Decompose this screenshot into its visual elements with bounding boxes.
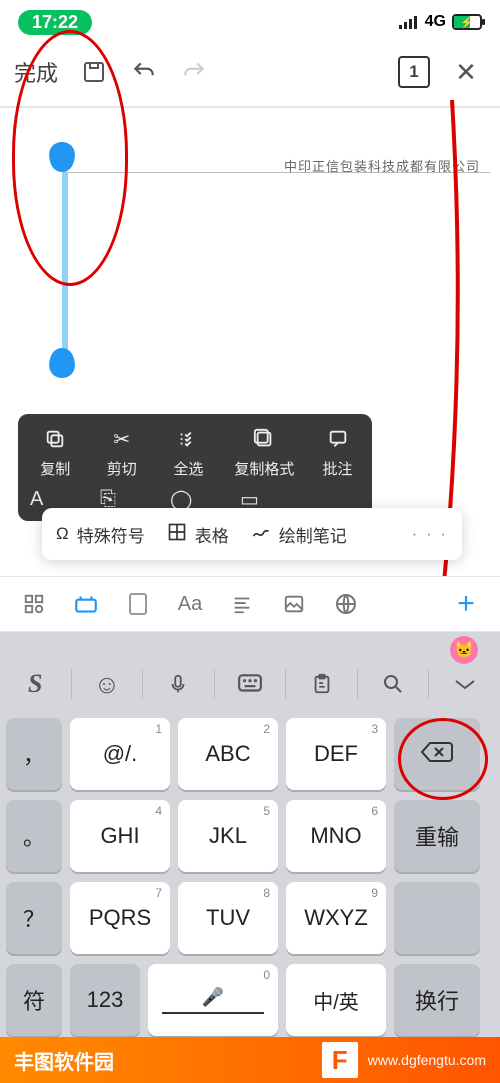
fmt-image-icon[interactable] [268, 577, 320, 631]
key-mno[interactable]: 6MNO [286, 800, 386, 872]
network-label: 4G [425, 13, 446, 31]
key-question[interactable]: ？ [6, 882, 62, 954]
format-bar: Aa + [0, 576, 500, 632]
ctx-cut[interactable]: ✂ 剪切 [89, 426, 156, 479]
sub-table[interactable]: 表格 [167, 522, 229, 547]
selection-handle-bottom[interactable] [49, 348, 75, 378]
fmt-page-icon[interactable] [112, 577, 164, 631]
fmt-align-icon[interactable] [216, 577, 268, 631]
copyformat-icon [253, 426, 275, 452]
key-1[interactable]: 1@/. [70, 718, 170, 790]
key-enter[interactable]: 换行 [394, 964, 480, 1036]
watermark-logo: F [322, 1042, 358, 1078]
battery-icon: ⚡ [452, 14, 482, 30]
key-period[interactable]: 。 [6, 800, 62, 872]
sub-popup: Ω 特殊符号 表格 绘制笔记 · · · [42, 508, 462, 560]
fmt-font-icon[interactable]: Aa [164, 577, 216, 631]
omega-icon: Ω [56, 524, 69, 544]
kb-ime-icon[interactable] [219, 655, 282, 713]
document-title: 中印正信包装科技成都有限公司 [284, 156, 480, 175]
fmt-add-icon[interactable]: + [440, 577, 492, 631]
sub-notes[interactable]: 绘制笔记 [251, 522, 347, 547]
key-abc[interactable]: 2ABC [178, 718, 278, 790]
fmt-translate-icon[interactable] [320, 577, 372, 631]
key-def[interactable]: 3DEF [286, 718, 386, 790]
annotation-circle [398, 718, 488, 800]
key-reinput[interactable]: 重输 [394, 800, 480, 872]
watermark-brand: 丰图软件园 [14, 1046, 114, 1075]
kb-clipboard-icon[interactable] [290, 655, 353, 713]
status-time: 17:22 [18, 10, 92, 35]
signal-icon [399, 15, 419, 29]
ctx-copy[interactable]: 复制 [22, 426, 89, 479]
draw-icon [251, 522, 271, 547]
keyboard-toolbar: S ☺ [0, 654, 500, 714]
key-symbol[interactable]: 符 [6, 964, 62, 1036]
kb-voice-icon[interactable] [147, 655, 210, 713]
watermark-url: www.dgfengtu.com [368, 1052, 486, 1068]
fmt-apps-icon[interactable] [8, 577, 60, 631]
kb-emoji-icon[interactable]: ☺ [76, 655, 139, 713]
keyboard: 🐱 S ☺ ， 1@/. 2ABC 3DEF 。 4GHI 5JKL 6MNO … [0, 632, 500, 1083]
table-icon [167, 522, 187, 547]
ctx-copyformat[interactable]: 复制格式 [222, 426, 308, 479]
key-comma[interactable]: ， [6, 718, 62, 790]
key-space[interactable]: 0🎤 [148, 964, 278, 1036]
watermark: 丰图软件园 F www.dgfengtu.com [0, 1037, 500, 1083]
key-tuv[interactable]: 8TUV [178, 882, 278, 954]
key-jkl[interactable]: 5JKL [178, 800, 278, 872]
kb-sogou-icon[interactable]: S [4, 655, 67, 713]
sub-more[interactable]: · · · [412, 524, 448, 544]
key-lang[interactable]: 中/英 [286, 964, 386, 1036]
keyboard-sticker-icon[interactable]: 🐱 [450, 636, 478, 664]
redo-icon [174, 52, 214, 92]
kb-search-icon[interactable] [362, 655, 425, 713]
status-right: 4G ⚡ [399, 13, 482, 31]
ctx-selectall[interactable]: 全选 [155, 426, 222, 479]
space-mic-icon: 🎤 [162, 987, 264, 1014]
fmt-keyboard-icon[interactable] [60, 577, 112, 631]
close-icon[interactable]: ✕ [446, 52, 486, 92]
key-pqrs[interactable]: 7PQRS [70, 882, 170, 954]
key-ghi[interactable]: 4GHI [70, 800, 170, 872]
sub-symbols[interactable]: Ω 特殊符号 [56, 522, 145, 547]
context-menu: 复制 ✂ 剪切 全选 复制格式 批注 A ⎘ ◯ ▭ [18, 414, 372, 521]
copy-icon [44, 426, 66, 452]
selectall-icon [177, 426, 199, 452]
cut-icon: ✂ [113, 426, 130, 452]
comment-icon [327, 426, 349, 452]
key-123[interactable]: 123 [70, 964, 140, 1036]
undo-icon[interactable] [124, 52, 164, 92]
annotation-oval [12, 30, 128, 286]
key-blank-right[interactable] [394, 882, 480, 954]
page-indicator[interactable]: 1 [398, 56, 430, 88]
key-wxyz[interactable]: 9WXYZ [286, 882, 386, 954]
ctx-comment[interactable]: 批注 [307, 426, 368, 479]
